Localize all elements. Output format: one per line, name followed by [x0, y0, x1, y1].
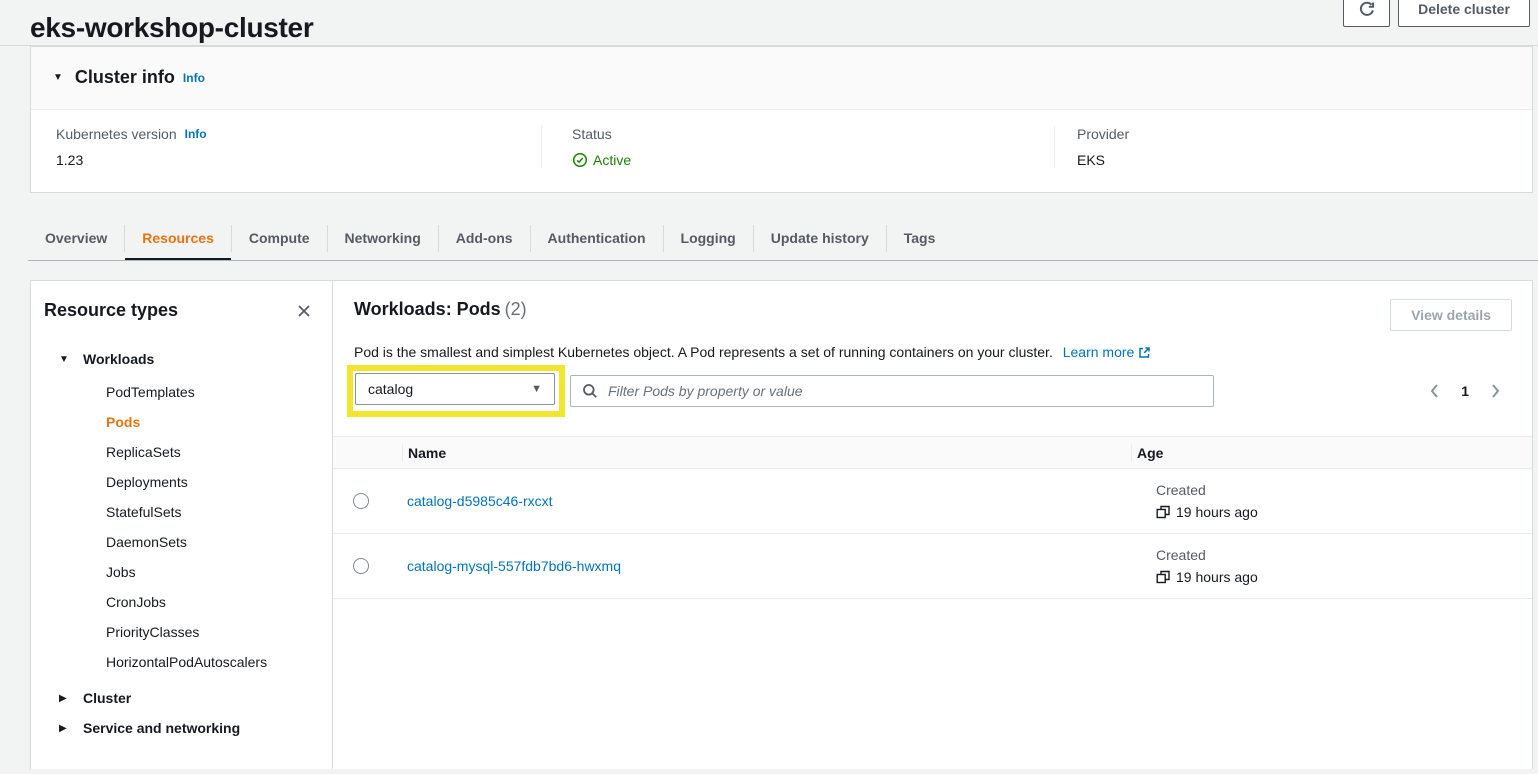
- caret-right-icon: ▶: [59, 723, 69, 734]
- tab-compute[interactable]: Compute: [232, 216, 327, 261]
- learn-more-link[interactable]: Learn more: [1063, 344, 1152, 360]
- row-radio-button[interactable]: [353, 558, 369, 574]
- resource-tree: ▼ Workloads PodTemplates Pods ReplicaSet…: [31, 351, 332, 736]
- tree-section-workloads[interactable]: ▼ Workloads: [31, 351, 332, 367]
- page-header: eks-workshop-cluster Delete cluster: [0, 0, 1538, 46]
- pod-name-link[interactable]: catalog-d5985c46-rxcxt: [407, 493, 553, 509]
- tab-networking[interactable]: Networking: [328, 216, 438, 261]
- caret-down-icon: ▼: [53, 72, 63, 83]
- check-circle-icon: [572, 152, 588, 168]
- kubernetes-version-value: 1.23: [56, 152, 521, 168]
- refresh-button[interactable]: [1343, 0, 1390, 27]
- pods-table: Name Age catalog-d5985c46-rxcxt Created: [333, 436, 1532, 599]
- tab-update-history[interactable]: Update history: [754, 216, 886, 261]
- table-row: catalog-d5985c46-rxcxt Created 19 hours …: [333, 469, 1532, 534]
- cluster-info-panel: ▼ Cluster info Info Kubernetes version I…: [30, 46, 1533, 193]
- sidebar-item-horizontalpodautoscalers[interactable]: HorizontalPodAutoscalers: [106, 647, 332, 677]
- caret-down-icon: ▼: [59, 354, 69, 365]
- sidebar-item-replicasets[interactable]: ReplicaSets: [106, 437, 332, 467]
- age-text: 19 hours ago: [1176, 566, 1258, 588]
- provider-value: EKS: [1077, 152, 1512, 168]
- status-field: Status Active: [541, 126, 1054, 168]
- sidebar-item-deployments[interactable]: Deployments: [106, 467, 332, 497]
- tab-add-ons[interactable]: Add-ons: [439, 216, 530, 261]
- pagination: 1: [1429, 373, 1501, 399]
- provider-field: Provider EKS: [1054, 126, 1532, 168]
- sidebar-item-statefulsets[interactable]: StatefulSets: [106, 497, 332, 527]
- tree-section-cluster[interactable]: ▶ Cluster: [31, 690, 332, 706]
- age-text: 19 hours ago: [1176, 501, 1258, 523]
- tab-logging[interactable]: Logging: [664, 216, 753, 261]
- kubernetes-version-label: Kubernetes version: [56, 126, 177, 142]
- sidebar-item-daemonsets[interactable]: DaemonSets: [106, 527, 332, 557]
- pods-description: Pod is the smallest and simplest Kuberne…: [354, 344, 1053, 360]
- view-details-button[interactable]: View details: [1390, 299, 1512, 331]
- sidebar-item-jobs[interactable]: Jobs: [106, 557, 332, 587]
- sidebar-item-podtemplates[interactable]: PodTemplates: [106, 377, 332, 407]
- cluster-info-header[interactable]: ▼ Cluster info Info: [31, 47, 1532, 110]
- tab-tags[interactable]: Tags: [887, 216, 953, 261]
- pod-name-link[interactable]: catalog-mysql-557fdb7bd6-hwxmq: [407, 558, 621, 574]
- previous-page-icon[interactable]: [1429, 383, 1440, 399]
- pod-filter-dropdown[interactable]: catalog ▼: [355, 373, 555, 405]
- page-title: eks-workshop-cluster: [30, 12, 313, 44]
- pods-count: (2): [505, 299, 527, 319]
- column-header-age[interactable]: Age: [1131, 444, 1532, 462]
- status-label: Status: [572, 126, 1034, 142]
- filter-row: catalog ▼: [354, 373, 1512, 417]
- table-row: catalog-mysql-557fdb7bd6-hwxmq Created 1…: [333, 534, 1532, 599]
- refresh-icon: [1358, 0, 1376, 18]
- resource-types-title: Resource types: [44, 300, 178, 321]
- sidebar-item-priorityclasses[interactable]: PriorityClasses: [106, 617, 332, 647]
- copy-icon: [1156, 570, 1170, 584]
- cluster-info-info-link[interactable]: Info: [183, 71, 205, 85]
- pods-table-header: Name Age: [333, 436, 1532, 469]
- pods-search-box[interactable]: [570, 375, 1214, 407]
- resource-types-sidebar: Resource types ▼ Workloads PodTemplates …: [31, 281, 333, 769]
- tab-bar-underline: [28, 260, 1538, 261]
- tab-bar: Overview Resources Compute Networking Ad…: [0, 216, 1538, 261]
- pods-heading: Workloads: Pods: [354, 299, 501, 319]
- annotation-highlight: catalog ▼: [347, 365, 565, 417]
- delete-cluster-button[interactable]: Delete cluster: [1398, 0, 1530, 27]
- cluster-info-body: Kubernetes version Info 1.23 Status Acti…: [31, 110, 1532, 192]
- row-radio-button[interactable]: [353, 493, 369, 509]
- kubernetes-version-field: Kubernetes version Info 1.23: [31, 126, 541, 168]
- provider-label: Provider: [1077, 126, 1512, 142]
- status-value: Active: [593, 152, 631, 168]
- pods-search-input[interactable]: [606, 382, 1202, 400]
- chevron-down-icon: ▼: [531, 383, 542, 395]
- column-header-name[interactable]: Name: [402, 444, 1131, 462]
- resources-panel: Resource types ▼ Workloads PodTemplates …: [30, 280, 1533, 769]
- caret-right-icon: ▶: [59, 693, 69, 704]
- tab-resources[interactable]: Resources: [125, 216, 231, 261]
- age-status: Created: [1156, 479, 1532, 501]
- close-icon[interactable]: [294, 301, 314, 321]
- sidebar-item-pods[interactable]: Pods: [106, 407, 332, 437]
- cluster-info-title: Cluster info: [75, 67, 175, 88]
- sidebar-item-cronjobs[interactable]: CronJobs: [106, 587, 332, 617]
- tab-authentication[interactable]: Authentication: [531, 216, 663, 261]
- search-icon: [582, 383, 598, 399]
- age-status: Created: [1156, 544, 1532, 566]
- copy-icon: [1156, 505, 1170, 519]
- kubernetes-version-info-link[interactable]: Info: [185, 127, 207, 141]
- tab-overview[interactable]: Overview: [28, 216, 124, 261]
- pod-filter-dropdown-value: catalog: [368, 381, 413, 397]
- next-page-icon[interactable]: [1490, 383, 1501, 399]
- tree-section-service-and-networking[interactable]: ▶ Service and networking: [31, 720, 332, 736]
- external-link-icon: [1138, 346, 1151, 359]
- pods-content: Workloads: Pods (2) View details Pod is …: [333, 281, 1532, 769]
- current-page[interactable]: 1: [1461, 383, 1469, 399]
